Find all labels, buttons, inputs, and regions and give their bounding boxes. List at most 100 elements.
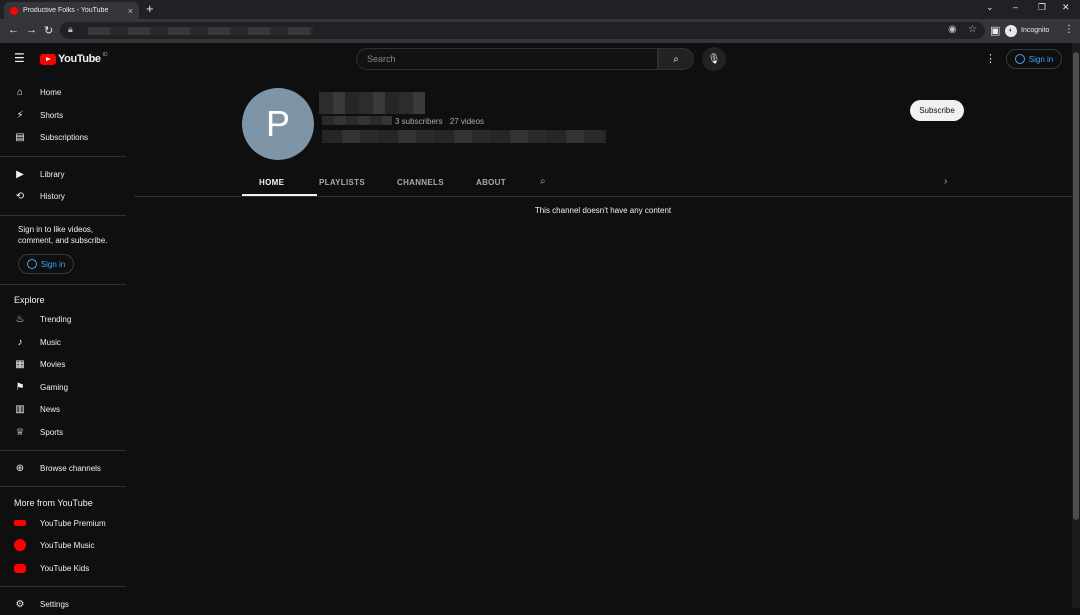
sidebar-item-home[interactable]: ⌂ Home bbox=[0, 81, 126, 103]
sidebar-item-music[interactable]: ♪ Music bbox=[0, 331, 126, 353]
sidebar-item-label: Trending bbox=[40, 314, 72, 324]
channel-tabs: HOME PLAYLISTS CHANNELS ABOUT bbox=[242, 170, 957, 196]
account-icon bbox=[1014, 54, 1025, 64]
header-sign-in-button[interactable]: Sign in bbox=[1006, 49, 1062, 69]
sidebar-item-label: Browse channels bbox=[40, 463, 101, 473]
youtube-play-logo-icon bbox=[40, 53, 56, 65]
logo-text: YouTube bbox=[58, 53, 101, 65]
sidebar-divider bbox=[0, 450, 126, 451]
close-window-icon[interactable]: ✕ bbox=[1062, 2, 1070, 13]
browser-tab[interactable]: Productive Folks - YouTube × bbox=[4, 2, 139, 19]
incognito-indicator[interactable]: ◐ Incognito bbox=[1005, 23, 1049, 38]
account-icon bbox=[26, 259, 37, 269]
library-icon: ▶ bbox=[16, 168, 24, 180]
sidebar-item-label: Movies bbox=[40, 359, 66, 369]
channel-search-icon[interactable]: ⌕ bbox=[540, 176, 546, 187]
sidebar-divider bbox=[0, 284, 126, 285]
tab-close-icon[interactable]: × bbox=[128, 6, 133, 16]
sidebar-item-label: YouTube Premium bbox=[40, 518, 106, 528]
search-button[interactable]: ⌕ bbox=[658, 48, 694, 70]
search-icon: ⌕ bbox=[673, 53, 679, 65]
microphone-icon: 🎙︎ bbox=[707, 53, 721, 65]
sidebar-divider bbox=[0, 486, 126, 487]
tab-channels[interactable]: CHANNELS bbox=[397, 178, 444, 187]
sidebar-item-label: History bbox=[40, 191, 65, 201]
channel-stats: 3 subscribers 27 videos bbox=[395, 117, 489, 126]
youtube-logo[interactable]: YouTube ID bbox=[40, 52, 108, 65]
explore-heading: Explore bbox=[14, 295, 45, 305]
sidebar-item-label: Gaming bbox=[40, 382, 69, 392]
sidebar-item-label: YouTube Music bbox=[40, 540, 95, 550]
browser-tab-strip: Productive Folks - YouTube × + ⌄ – ❐ ✕ bbox=[0, 0, 1080, 19]
sidebar-item-youtube-premium[interactable]: YouTube Premium bbox=[0, 512, 126, 534]
bookmark-star-icon[interactable]: ☆ bbox=[968, 24, 977, 35]
sidebar-item-label: Settings bbox=[40, 599, 69, 609]
sidebar-sign-in-button[interactable]: Sign in bbox=[18, 254, 74, 274]
tab-home[interactable]: HOME bbox=[259, 178, 284, 187]
minimize-icon[interactable]: – bbox=[1013, 2, 1018, 12]
subscribe-button[interactable]: Subscribe bbox=[910, 100, 964, 121]
back-icon[interactable]: ← bbox=[8, 24, 19, 36]
search-box bbox=[356, 48, 658, 70]
youtube-favicon-icon bbox=[10, 6, 18, 15]
sidebar-item-settings[interactable]: ⚙ Settings bbox=[0, 593, 126, 615]
sidebar-item-youtube-kids[interactable]: YouTube Kids bbox=[0, 557, 126, 579]
sidebar-divider bbox=[0, 215, 126, 216]
address-bar[interactable]: 🔒︎ ◉ ☆ bbox=[60, 22, 985, 39]
sidebar-item-label: Home bbox=[40, 87, 62, 97]
sidebar-item-movies[interactable]: ▦ Movies bbox=[0, 353, 126, 375]
add-circle-icon: ⊕ bbox=[15, 462, 25, 474]
sidebar-item-label: Shorts bbox=[40, 110, 64, 120]
tabs-divider bbox=[134, 196, 1072, 197]
sidebar-item-label: Sports bbox=[40, 427, 64, 437]
voice-search-button[interactable]: 🎙︎ bbox=[702, 47, 726, 71]
home-icon: ⌂ bbox=[16, 86, 24, 98]
sidebar-item-subscriptions[interactable]: ▤ Subscriptions bbox=[0, 126, 126, 148]
trending-icon: ♨ bbox=[15, 313, 25, 325]
channel-handle-redacted bbox=[322, 116, 392, 125]
browser-menu-icon[interactable]: ⋮ bbox=[1064, 24, 1074, 35]
youtube-music-icon bbox=[14, 539, 26, 551]
sidebar-item-label: Music bbox=[40, 337, 61, 347]
music-icon: ♪ bbox=[17, 336, 23, 348]
forward-icon[interactable]: → bbox=[26, 24, 37, 36]
tabs-next-chevron-icon[interactable]: › bbox=[944, 176, 947, 187]
youtube-kids-icon bbox=[14, 563, 26, 573]
sign-in-label: Sign in bbox=[1028, 54, 1054, 64]
sidebar-item-trending[interactable]: ♨ Trending bbox=[0, 308, 126, 330]
restore-icon[interactable]: ❐ bbox=[1038, 2, 1046, 13]
new-tab-button[interactable]: + bbox=[146, 1, 154, 16]
sidebar-divider bbox=[0, 156, 126, 157]
empty-content-message: This channel doesn't have any content bbox=[534, 206, 672, 215]
settings-more-icon[interactable]: ⋮ bbox=[985, 52, 996, 65]
tracking-protection-icon[interactable]: ◉ bbox=[948, 24, 957, 35]
sidebar-item-shorts[interactable]: ⚡ Shorts bbox=[0, 104, 126, 126]
logo-country-code: ID bbox=[102, 52, 108, 58]
sidebar-item-news[interactable]: ▥ News bbox=[0, 398, 126, 420]
scrollbar-thumb[interactable] bbox=[1073, 52, 1079, 520]
youtube-header: ☰ YouTube ID ⌕ 🎙︎ ⋮ Sign in bbox=[0, 43, 1072, 76]
tab-title: Productive Folks - YouTube bbox=[23, 7, 109, 14]
sidebar-item-label: YouTube Kids bbox=[40, 563, 90, 573]
youtube-premium-icon bbox=[14, 520, 26, 526]
sidebar-divider bbox=[0, 586, 126, 587]
lock-icon: 🔒︎ bbox=[68, 24, 73, 34]
side-panel-icon[interactable]: ▣ bbox=[990, 24, 1000, 37]
tab-search-icon[interactable]: ⌄ bbox=[986, 2, 994, 13]
sidebar-item-gaming[interactable]: ⚑ Gaming bbox=[0, 376, 126, 398]
hamburger-menu-icon[interactable]: ☰ bbox=[14, 51, 25, 65]
reload-icon[interactable]: ↻ bbox=[44, 24, 53, 37]
sign-in-prompt: Sign in to like videos, comment, and sub… bbox=[18, 225, 108, 245]
sidebar-item-library[interactable]: ▶ Library bbox=[0, 163, 126, 185]
subscriber-count: 3 subscribers bbox=[395, 117, 443, 126]
tab-playlists[interactable]: PLAYLISTS bbox=[319, 178, 365, 187]
tab-about[interactable]: ABOUT bbox=[476, 178, 506, 187]
sidebar-item-sports[interactable]: ♕ Sports bbox=[0, 421, 126, 443]
sidebar-item-history[interactable]: ⟲ History bbox=[0, 185, 126, 207]
search-input[interactable] bbox=[367, 54, 657, 64]
sidebar-item-youtube-music[interactable]: YouTube Music bbox=[0, 534, 126, 556]
channel-description-redacted bbox=[322, 130, 606, 143]
sign-in-label: Sign in bbox=[40, 259, 66, 269]
sidebar-item-label: News bbox=[40, 404, 61, 414]
sidebar-item-browse-channels[interactable]: ⊕ Browse channels bbox=[0, 457, 126, 479]
